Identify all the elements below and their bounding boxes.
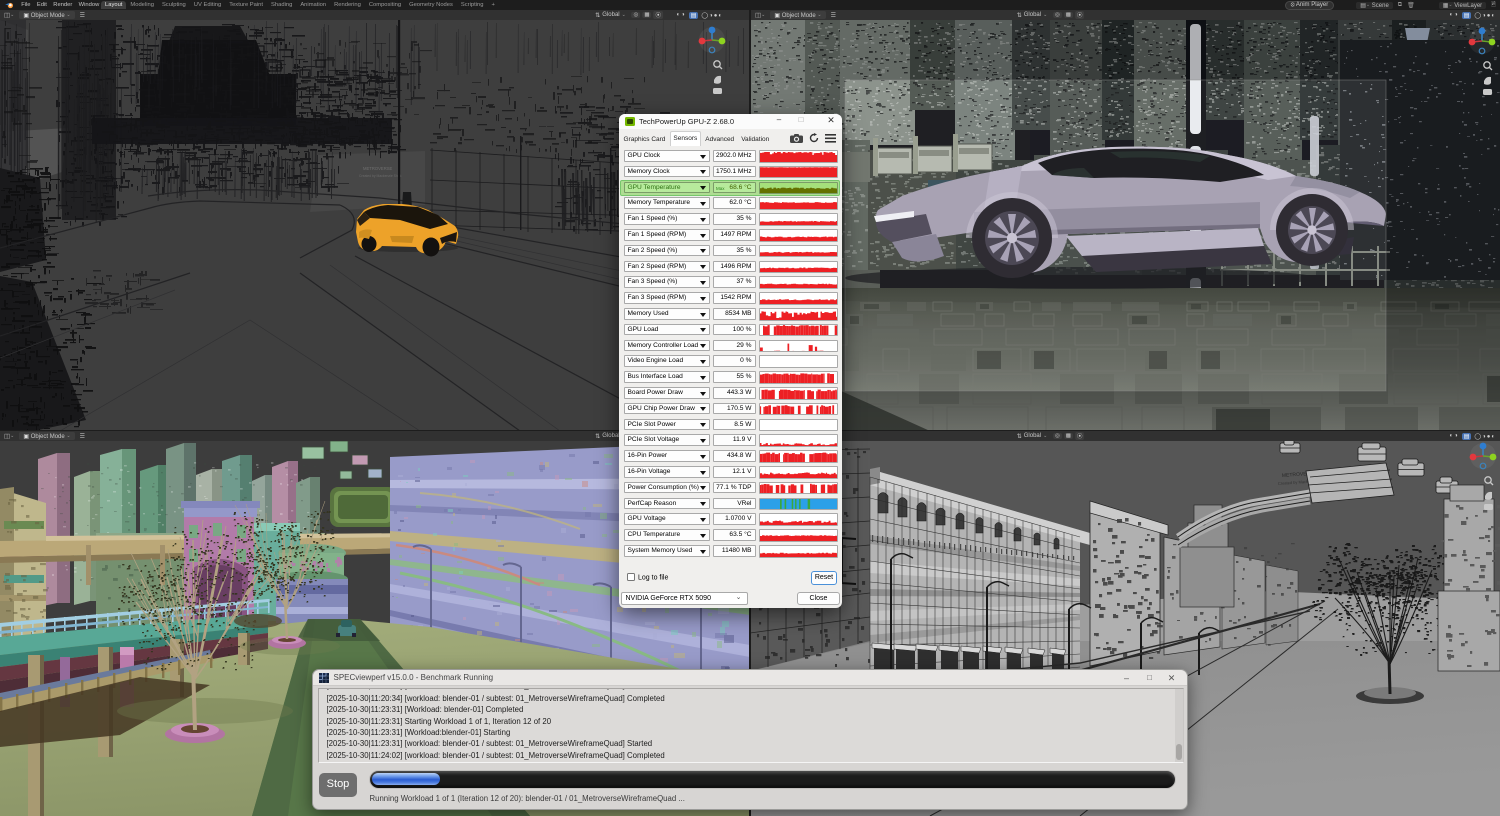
svg-text:Created by Mackenzie Shirk: Created by Mackenzie Shirk — [359, 174, 402, 178]
svg-text:METROVERSE: METROVERSE — [363, 166, 393, 171]
